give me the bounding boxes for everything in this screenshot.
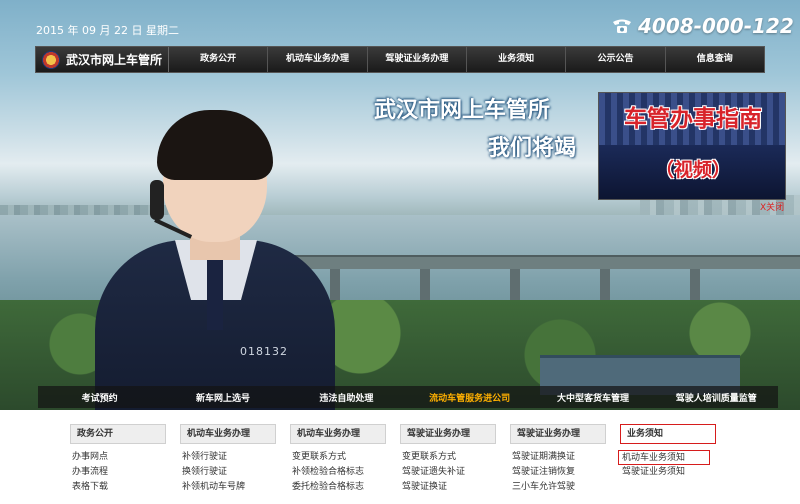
nav-item-announcements[interactable]: 公示公告 [566,47,666,72]
service-large-vehicle[interactable]: 大中型客货车管理 [531,391,654,404]
list-item[interactable]: 驾驶证业务须知 [622,465,716,480]
list-item[interactable]: 驾驶证注销恢复 [512,465,606,480]
service-violation-handling[interactable]: 违法自助处理 [285,391,408,404]
hotline-number: 4008-000-122 [638,14,794,38]
list-item[interactable]: 变更联系方式 [402,450,496,465]
phone-icon [613,19,631,33]
list-item[interactable]: 变更联系方式 [292,450,386,465]
site-logo[interactable]: 武汉市网上车管所 [36,47,169,72]
service-training-supervision[interactable]: 驾驶人培训质量监管 [655,391,778,404]
hotline: 4008-000-122 [612,14,794,38]
service-plate-selection[interactable]: 新车网上选号 [161,391,284,404]
slogan-line2: 我们将竭 [488,135,577,161]
column-title[interactable]: 机动车业务办理 [290,424,386,444]
slogan-line1: 武汉市网上车管所 [374,97,551,123]
site-title: 武汉市网上车管所 [66,53,163,67]
list-item[interactable]: 三小车允许驾驶 [512,480,606,495]
list-item-highlighted[interactable]: 机动车业务须知 [618,450,710,465]
content-columns: 政务公开 办事网点 办事流程 表格下载 机动车业务办理 补领行驶证 换领行驶证 … [70,424,730,504]
list-item[interactable]: 补领行驶证 [182,450,276,465]
column-title[interactable]: 驾驶证业务办理 [510,424,606,444]
list-item[interactable]: 驾驶证期满换证 [512,450,606,465]
list-item[interactable]: 表格下载 [72,480,166,495]
officer-image: 018132 [95,110,335,410]
list-item[interactable]: 委托检验合格标志 [292,480,386,495]
column-vehicle-2: 机动车业务办理 变更联系方式 补领检验合格标志 委托检验合格标志 [290,424,386,504]
column-license-2: 驾驶证业务办理 驾驶证期满换证 驾驶证注销恢复 三小车允许驾驶 [510,424,606,504]
column-gov-affairs: 政务公开 办事网点 办事流程 表格下载 [70,424,166,504]
service-mobile-office[interactable]: 流动车管服务进公司 [408,391,531,404]
list-item[interactable]: 办事网点 [72,450,166,465]
service-bar: 考试预约 新车网上选号 违法自助处理 流动车管服务进公司 大中型客货车管理 驾驶… [38,386,778,408]
column-title[interactable]: 机动车业务办理 [180,424,276,444]
list-item[interactable]: 驾驶证遗失补证 [402,465,496,480]
police-emblem-icon [42,50,60,69]
column-license-1: 驾驶证业务办理 变更联系方式 驾驶证遗失补证 驾驶证换证 [400,424,496,504]
video-guide-box[interactable]: 车管办事指南 （视频） [598,92,786,200]
list-item[interactable]: 驾驶证换证 [402,480,496,495]
list-item[interactable]: 办事流程 [72,465,166,480]
guide-subtitle: （视频） [654,159,731,181]
top-bar: 2015 年 09 月 22 日 星期二 4008-000-122 [0,0,800,42]
column-notices: 业务须知 机动车业务须知 驾驶证业务须知 [618,424,716,504]
nav-item-info-query[interactable]: 信息查询 [666,47,764,72]
list-item[interactable]: 补领检验合格标志 [292,465,386,480]
service-exam-booking[interactable]: 考试预约 [38,391,161,404]
guide-close-button[interactable]: X关闭 [760,200,784,213]
date-text: 2015 年 09 月 22 日 星期二 [36,24,179,37]
column-title[interactable]: 政务公开 [70,424,166,444]
column-vehicle-1: 机动车业务办理 补领行驶证 换领行驶证 补领机动车号牌 [180,424,276,504]
nav-item-gov-affairs[interactable]: 政务公开 [169,47,269,72]
main-nav: 武汉市网上车管所 政务公开 机动车业务办理 驾驶证业务办理 业务须知 公示公告 … [35,46,765,73]
column-title-highlighted[interactable]: 业务须知 [620,424,716,444]
list-item[interactable]: 换领行驶证 [182,465,276,480]
guide-title: 车管办事指南 [624,105,762,132]
badge-number: 018132 [240,345,288,358]
nav-item-license-business[interactable]: 驾驶证业务办理 [368,47,467,72]
nav-item-vehicle-business[interactable]: 机动车业务办理 [268,47,368,72]
list-item[interactable]: 补领机动车号牌 [182,480,276,495]
nav-item-notices[interactable]: 业务须知 [467,47,567,72]
column-title[interactable]: 驾驶证业务办理 [400,424,496,444]
